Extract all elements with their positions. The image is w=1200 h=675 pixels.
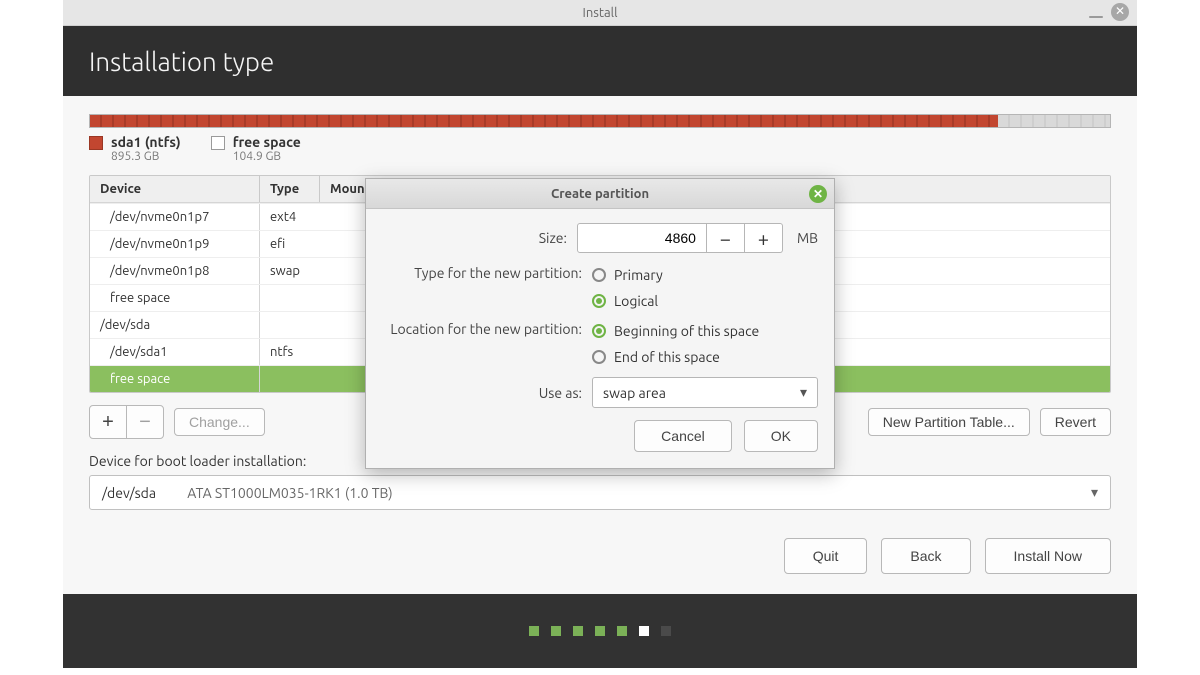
quit-button[interactable]: Quit: [784, 538, 868, 574]
revert-button[interactable]: Revert: [1040, 408, 1111, 436]
usage-legend: sda1 (ntfs) 895.3 GB free space 104.9 GB: [89, 134, 1111, 163]
col-device[interactable]: Device: [90, 176, 260, 202]
radio-location-end[interactable]: End of this space: [592, 349, 759, 365]
legend-swatch-icon: [89, 136, 103, 150]
usage-segment-used: [90, 115, 998, 127]
progress-dot-icon: [639, 626, 649, 636]
usage-segment-free: [998, 115, 1110, 127]
partition-location-label: Location for the new partition:: [382, 321, 592, 337]
dialog-titlebar: Create partition ✕: [366, 179, 834, 209]
use-as-label: Use as:: [382, 385, 592, 401]
dialog-ok-button[interactable]: OK: [744, 420, 818, 452]
installer-progress: [63, 594, 1137, 668]
cell-type: efi: [260, 231, 320, 257]
bootloader-device: /dev/sda: [102, 485, 156, 501]
progress-dot-icon: [551, 626, 561, 636]
radio-label: Logical: [614, 293, 658, 309]
close-icon[interactable]: ✕: [1111, 3, 1129, 21]
col-type[interactable]: Type: [260, 176, 320, 202]
cell-type: swap: [260, 258, 320, 284]
progress-dot-icon: [529, 626, 539, 636]
window-title: Install: [583, 6, 618, 20]
new-partition-table-button[interactable]: New Partition Table...: [868, 408, 1030, 436]
cell-device: /dev/sda: [90, 312, 260, 338]
radio-label: Beginning of this space: [614, 323, 759, 339]
cell-type: [260, 285, 320, 311]
radio-primary[interactable]: Primary: [592, 267, 663, 283]
cell-device: /dev/nvme0n1p7: [90, 204, 260, 230]
use-as-select[interactable]: swap area ▾: [592, 377, 818, 408]
size-increment-button[interactable]: +: [745, 223, 783, 253]
legend-item-free: free space 104.9 GB: [211, 134, 301, 163]
remove-partition-button[interactable]: −: [126, 405, 164, 439]
use-as-value: swap area: [603, 385, 666, 401]
cell-device: /dev/nvme0n1p8: [90, 258, 260, 284]
progress-dot-icon: [595, 626, 605, 636]
add-partition-button[interactable]: +: [89, 405, 127, 439]
size-label: Size:: [382, 230, 577, 246]
back-button[interactable]: Back: [881, 538, 970, 574]
partition-type-label: Type for the new partition:: [382, 265, 592, 281]
disk-usage-bar: [89, 114, 1111, 128]
footer-buttons: Quit Back Install Now: [89, 538, 1111, 574]
dialog-title: Create partition: [551, 187, 649, 201]
legend-item-sda1: sda1 (ntfs) 895.3 GB: [89, 134, 181, 163]
radio-logical[interactable]: Logical: [592, 293, 663, 309]
radio-icon: [592, 294, 606, 308]
dialog-close-icon[interactable]: ✕: [809, 185, 827, 203]
size-input[interactable]: [577, 223, 707, 253]
cell-device: /dev/nvme0n1p9: [90, 231, 260, 257]
install-now-button[interactable]: Install Now: [985, 538, 1111, 574]
cell-device: free space: [90, 366, 260, 392]
create-partition-dialog: Create partition ✕ Size: − + MB Type for…: [365, 178, 835, 469]
minimize-icon[interactable]: [1089, 16, 1103, 18]
chevron-down-icon: ▾: [1091, 484, 1098, 501]
legend-name: free space: [233, 134, 301, 150]
legend-name: sda1 (ntfs): [111, 134, 181, 150]
size-decrement-button[interactable]: −: [707, 223, 745, 253]
page-title: Installation type: [89, 47, 274, 76]
cell-type: [260, 366, 320, 392]
cell-type: [260, 312, 320, 338]
legend-size: 104.9 GB: [233, 150, 301, 163]
change-partition-button[interactable]: Change...: [174, 408, 265, 436]
bootloader-select[interactable]: /dev/sda ATA ST1000LM035-1RK1 (1.0 TB) ▾: [89, 475, 1111, 510]
cell-device: /dev/sda1: [90, 339, 260, 365]
radio-icon: [592, 324, 606, 338]
radio-icon: [592, 268, 606, 282]
legend-swatch-icon: [211, 136, 225, 150]
progress-dot-icon: [617, 626, 627, 636]
page-header: Installation type: [63, 26, 1137, 96]
bootloader-desc: ATA ST1000LM035-1RK1 (1.0 TB): [187, 485, 392, 501]
radio-label: Primary: [614, 267, 663, 283]
cell-type: ext4: [260, 204, 320, 230]
dialog-cancel-button[interactable]: Cancel: [634, 420, 732, 452]
radio-icon: [592, 350, 606, 364]
window-titlebar: Install ✕: [63, 0, 1137, 26]
size-unit: MB: [797, 230, 818, 246]
radio-location-begin[interactable]: Beginning of this space: [592, 323, 759, 339]
progress-dot-icon: [573, 626, 583, 636]
progress-dot-icon: [661, 626, 671, 636]
cell-device: free space: [90, 285, 260, 311]
cell-type: ntfs: [260, 339, 320, 365]
radio-label: End of this space: [614, 349, 720, 365]
chevron-down-icon: ▾: [800, 384, 807, 401]
legend-size: 895.3 GB: [111, 150, 181, 163]
